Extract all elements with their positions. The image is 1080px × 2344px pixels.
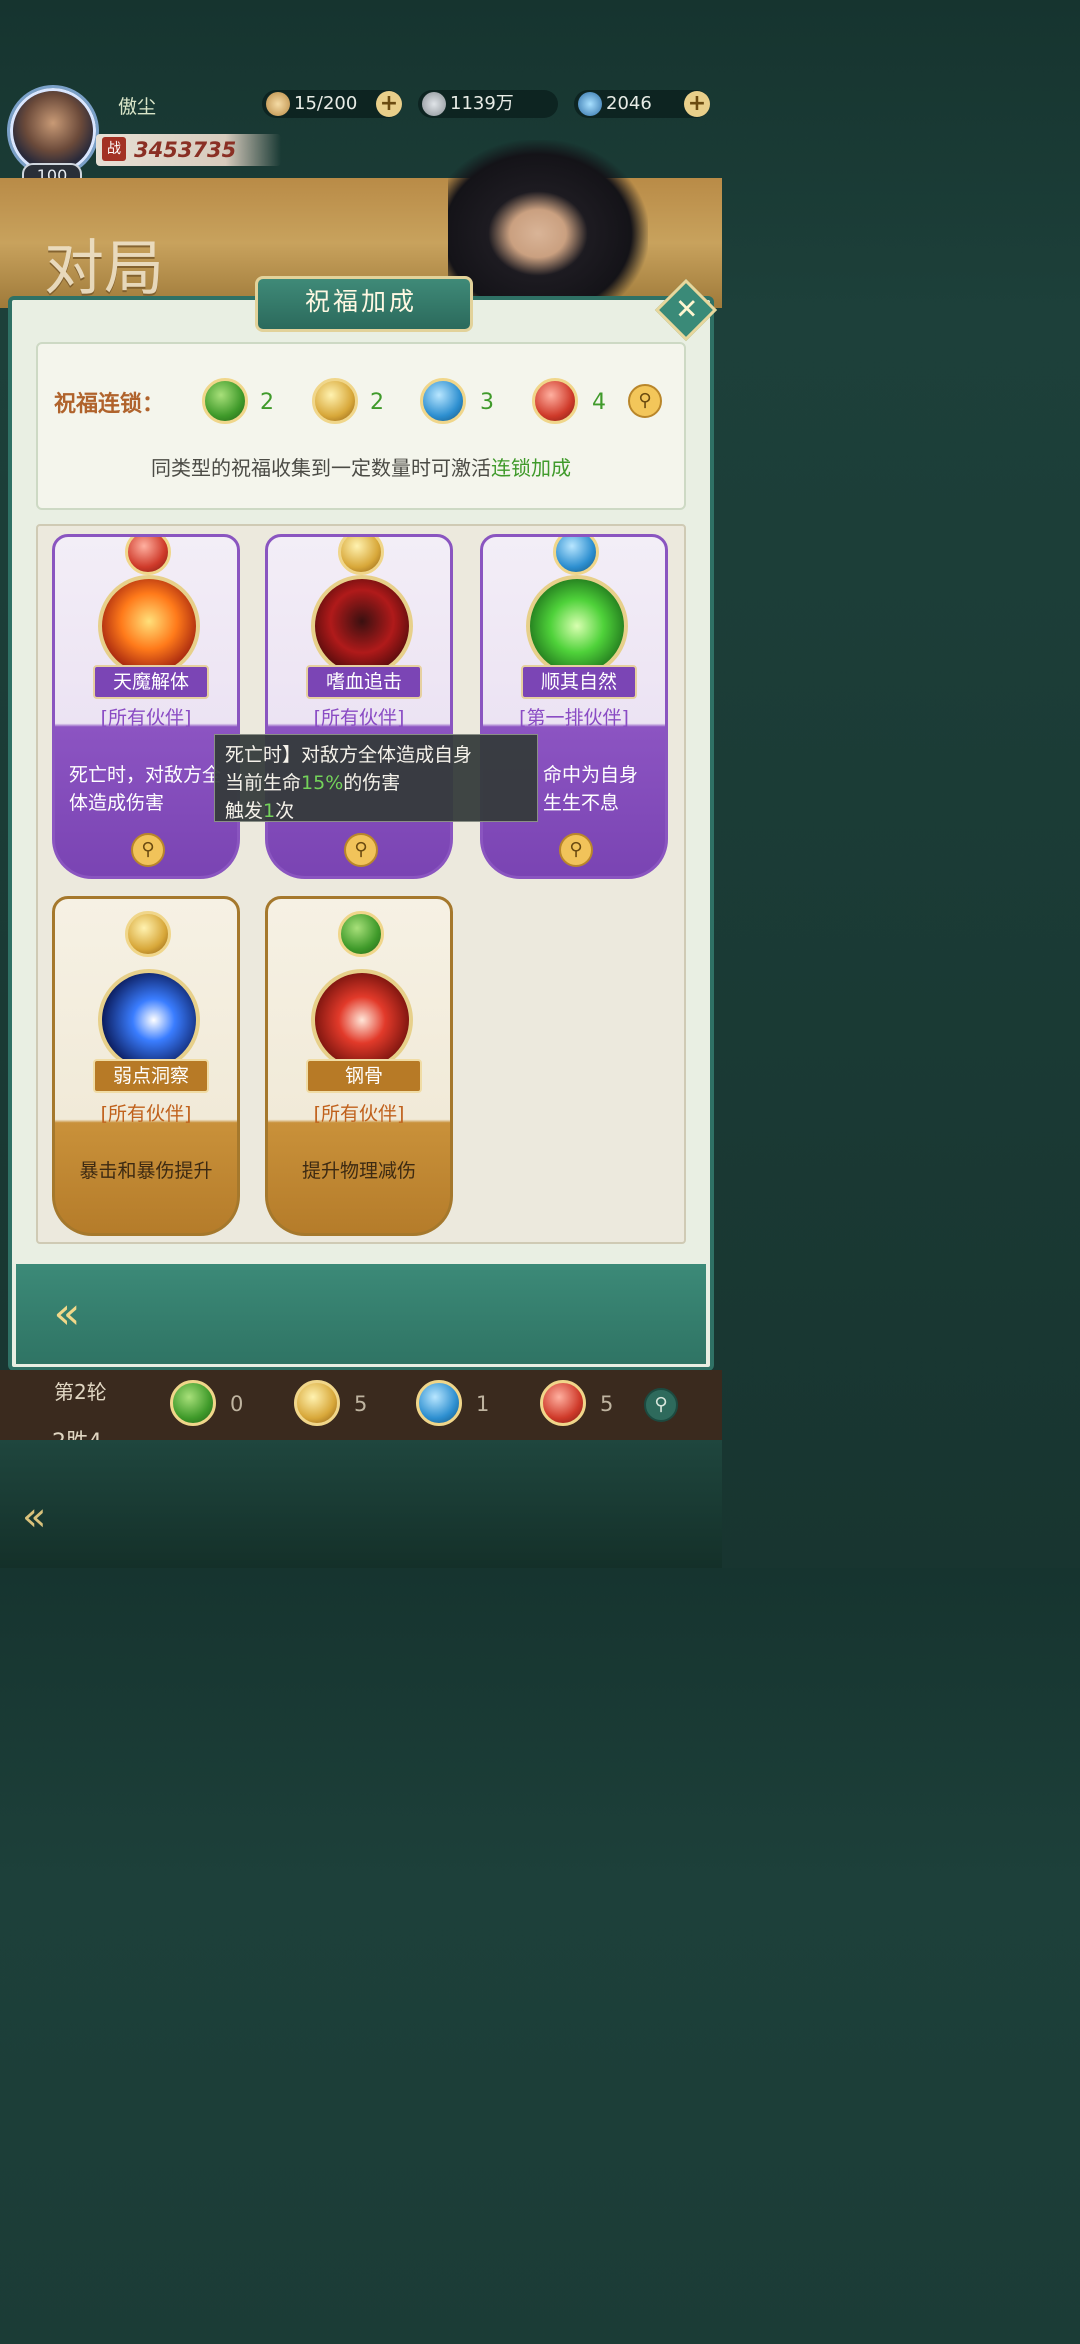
resource-gem: 2046 + <box>574 90 710 118</box>
skill-tooltip: 死亡时】对敌方全体造成自身 当前生命15%的伤害 触发1次 <box>214 734 538 822</box>
card-scope: [所有伙伴] <box>313 707 405 729</box>
resource-stamina: 15/200 + <box>262 90 402 118</box>
blessing-card-5[interactable]: 钢骨 [所有伙伴] 提升物理减伤 <box>265 896 453 1236</box>
shield-icon <box>311 969 413 1071</box>
modal-title: 祝福加成 <box>304 287 417 316</box>
tooltip-text: 次 <box>275 800 295 822</box>
gold-count: 2 <box>370 390 384 415</box>
tooltip-text: 触发 <box>225 800 264 822</box>
round-search-button[interactable]: ⚲ <box>644 1388 678 1422</box>
search-icon: ⚲ <box>654 1394 668 1415</box>
player-avatar[interactable] <box>10 88 96 174</box>
tooltip-count: 1 <box>263 800 276 822</box>
hero-portrait <box>448 140 648 310</box>
chain-search-button[interactable]: ⚲ <box>628 384 662 418</box>
round-green-count: 0 <box>230 1392 244 1416</box>
chain-description: 同类型的祝福收集到一定数量时可激活连锁加成 <box>36 452 686 481</box>
gold-blessing-icon <box>294 1380 340 1426</box>
blue-blessing-icon <box>553 537 599 575</box>
tooltip-percent: 15% <box>301 772 344 794</box>
card-search-button[interactable]: ⚲ <box>131 833 165 867</box>
power-tag: 战 <box>102 137 126 161</box>
green-blessing-icon <box>170 1380 216 1426</box>
stamina-add-button[interactable]: + <box>376 91 402 117</box>
bottom-panel <box>0 1440 722 1568</box>
coin-icon <box>422 92 446 116</box>
gold-blessing-icon <box>312 378 358 424</box>
gem-icon <box>578 92 602 116</box>
card-scope: [所有伙伴] <box>100 707 192 729</box>
gold-blessing-icon <box>338 537 384 575</box>
chain-desc-text: 同类型的祝福收集到一定数量时可激活 <box>151 456 491 480</box>
round-gold-count: 5 <box>354 1392 368 1416</box>
chain-bonus-link[interactable]: 连锁加成 <box>491 456 571 480</box>
blessing-card-3[interactable]: 顺其自然 [第一排伙伴] 命中为自身生生不息 ⚲ <box>480 534 668 879</box>
coin-value: 1139万 <box>450 93 514 114</box>
green-count: 2 <box>260 390 274 415</box>
red-blessing-icon <box>125 537 171 575</box>
search-icon: ⚲ <box>141 839 155 860</box>
blessing-card-4[interactable]: 弱点洞察 [所有伙伴] 暴击和暴伤提升 <box>52 896 240 1236</box>
search-icon: ⚲ <box>569 839 583 860</box>
green-blessing-icon <box>202 378 248 424</box>
card-scope: [所有伙伴] <box>100 1103 192 1125</box>
tooltip-line-2: 当前生命15%的伤害 <box>225 769 527 797</box>
bloodthirst-icon <box>311 575 413 677</box>
back-button[interactable]: « <box>34 1290 100 1338</box>
blue-blessing-icon <box>420 378 466 424</box>
card-name: 顺其自然 <box>521 665 637 699</box>
blessing-card-2[interactable]: 嗜血追击 [所有伙伴] ⚲ <box>265 534 453 879</box>
scene-title: 对局 <box>44 234 164 304</box>
card-name: 弱点洞察 <box>93 1059 209 1093</box>
search-icon: ⚲ <box>354 839 368 860</box>
search-icon: ⚲ <box>638 390 652 411</box>
stamina-value: 15/200 <box>294 93 358 114</box>
card-name: 嗜血追击 <box>306 665 422 699</box>
demon-icon <box>98 575 200 677</box>
card-name: 钢骨 <box>306 1059 422 1093</box>
stamina-icon <box>266 92 290 116</box>
weakpoint-icon <box>98 969 200 1071</box>
tooltip-line-3: 触发1次 <box>225 797 527 825</box>
card-scope: [所有伙伴] <box>313 1103 405 1125</box>
card-scope: [第一排伙伴] <box>519 707 629 729</box>
back-arrow-icon: « <box>22 1494 47 1540</box>
card-name: 天魔解体 <box>93 665 209 699</box>
card-desc: 命中为自身生生不息 <box>543 764 639 814</box>
round-red-count: 5 <box>600 1392 614 1416</box>
tooltip-text: 当前生命 <box>225 772 302 794</box>
gem-add-button[interactable]: + <box>684 91 710 117</box>
gem-value: 2046 <box>606 93 652 114</box>
modal-footer <box>16 1264 706 1364</box>
red-blessing-icon <box>532 378 578 424</box>
round-blue-count: 1 <box>476 1392 490 1416</box>
close-icon: ✕ <box>674 292 699 326</box>
chain-label: 祝福连锁： <box>54 391 165 417</box>
player-name: 傲尘 <box>118 96 157 118</box>
blue-blessing-icon <box>416 1380 462 1426</box>
gold-blessing-icon <box>125 911 171 957</box>
red-count: 4 <box>592 390 606 415</box>
card-desc: 提升物理减伤 <box>301 1160 416 1182</box>
back-arrow-icon: « <box>53 1288 81 1339</box>
resource-coin: 1139万 <box>418 90 558 118</box>
card-desc: 暴击和暴伤提升 <box>79 1160 213 1182</box>
blue-count: 3 <box>480 390 494 415</box>
green-blessing-icon <box>338 911 384 957</box>
nature-icon <box>526 575 628 677</box>
red-blessing-icon <box>540 1380 586 1426</box>
power-value: 3453735 <box>134 138 237 162</box>
blessing-card-1[interactable]: 天魔解体 [所有伙伴] 死亡时，对敌方全体造成伤害 ⚲ <box>52 534 240 879</box>
tooltip-line-1: 死亡时】对敌方全体造成自身 <box>225 744 473 766</box>
tooltip-text: 的伤害 <box>343 772 401 794</box>
chain-panel <box>36 342 686 510</box>
card-search-button[interactable]: ⚲ <box>559 833 593 867</box>
card-desc: 死亡时，对敌方全体造成伤害 <box>69 764 222 814</box>
round-label: 第2轮 <box>54 1380 107 1404</box>
card-search-button[interactable]: ⚲ <box>344 833 378 867</box>
bottom-back-button[interactable]: « <box>22 1494 46 1540</box>
